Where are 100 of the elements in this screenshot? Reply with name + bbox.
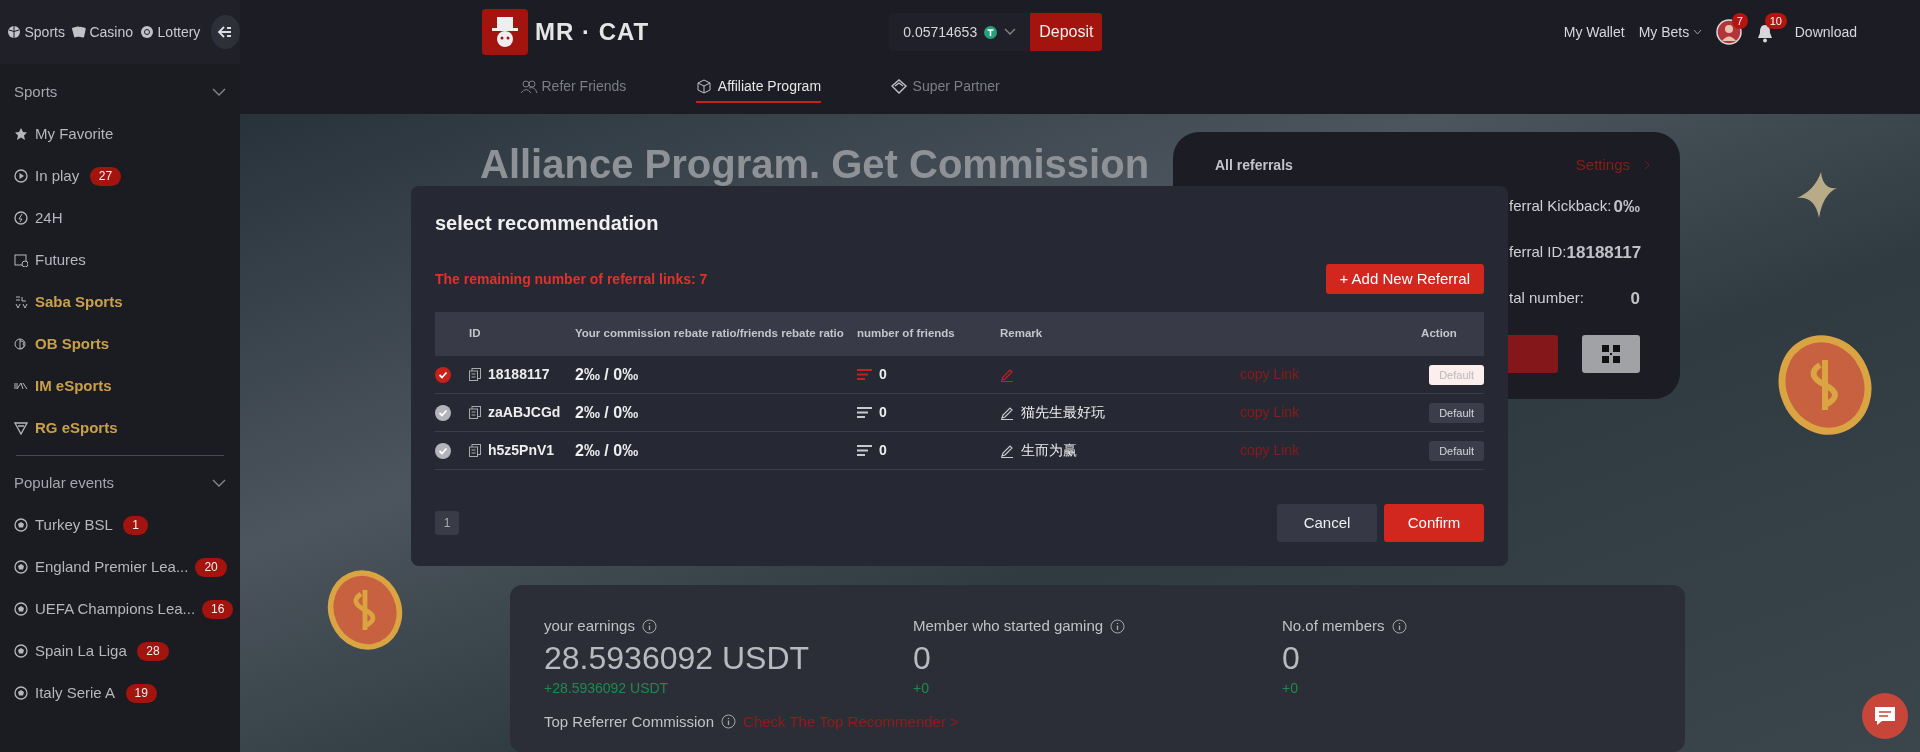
sidebar-item[interactable]: UEFA Champions Lea... 16 xyxy=(0,588,240,630)
calendar-icon xyxy=(14,253,28,267)
chevron-right-icon xyxy=(1644,160,1650,171)
checked-circle-icon[interactable] xyxy=(435,367,451,384)
stat-value: 28.5936092 USDT xyxy=(544,638,811,678)
qr-code-button[interactable] xyxy=(1582,335,1640,373)
count-badge: 20 xyxy=(195,557,227,577)
triangle-icon xyxy=(14,421,28,435)
collapse-sidebar-button[interactable] xyxy=(210,15,240,49)
section-header[interactable]: Sports xyxy=(14,80,58,104)
sidebar-item[interactable]: 24H xyxy=(0,197,240,239)
friends-count: 0 xyxy=(879,403,887,422)
info-icon[interactable] xyxy=(641,618,657,634)
qr-code-icon xyxy=(1602,345,1620,363)
notification-badge: 7 xyxy=(1731,13,1748,29)
friends-count: 0 xyxy=(879,365,887,384)
sidebar-item[interactable]: Spain La Liga 28 xyxy=(0,630,240,672)
sidebar-item[interactable]: RG eSports xyxy=(0,407,240,449)
ball-icon xyxy=(14,644,28,658)
star-icon xyxy=(14,127,28,141)
info-icon[interactable] xyxy=(1391,618,1407,634)
count-badge: 27 xyxy=(89,166,122,186)
card-title: All referrals xyxy=(1215,155,1293,175)
count-badge: 28 xyxy=(137,641,169,661)
sidebar-item[interactable]: IM eSports xyxy=(0,365,240,407)
remark-text: 猫先生最好玩 xyxy=(1021,403,1105,422)
stat-change: +0 xyxy=(1282,678,1299,698)
sidebar-item[interactable]: Turkey BSL 1 xyxy=(0,504,240,546)
page-title: Alliance Program. Get Commission xyxy=(480,142,1150,186)
people-icon xyxy=(520,78,538,94)
check-circle-icon[interactable] xyxy=(435,405,451,422)
add-referral-button[interactable]: + Add New Referral xyxy=(1325,264,1484,294)
sparkle-icon xyxy=(1797,172,1837,218)
tab[interactable]: Refer Friends xyxy=(520,75,627,103)
referral-id: zaABJCGd xyxy=(488,403,561,422)
copy-icon[interactable] xyxy=(469,368,481,381)
referral-id: h5z5PnV1 xyxy=(488,441,555,460)
section-header[interactable]: Popular events xyxy=(14,471,115,495)
lottery-ball-icon xyxy=(140,25,155,39)
field-value: 18188117 xyxy=(1566,241,1642,264)
bets-dropdown[interactable]: My Bets xyxy=(1638,21,1702,43)
chat-bubble-icon xyxy=(1874,706,1896,726)
rebate-ratio: 2‰ / 0‰ xyxy=(575,403,639,421)
nav-link[interactable]: Casino xyxy=(71,21,134,43)
field-value: 0 xyxy=(1630,287,1640,310)
stat-change: +0 xyxy=(913,678,930,698)
balance-display[interactable]: 0.05714653 xyxy=(889,13,1031,51)
sidebar-item[interactable]: Saba Sports xyxy=(0,281,240,323)
page-button[interactable]: 1 xyxy=(435,511,459,535)
default-button[interactable]: Default xyxy=(1429,402,1484,424)
column-header: Your commission rebate ratio/friends rebate ratio xyxy=(575,327,844,340)
copy-icon[interactable] xyxy=(469,406,481,419)
info-icon[interactable] xyxy=(1110,618,1126,634)
referral-id: 18188117 xyxy=(488,365,550,384)
column-header: Remark xyxy=(1000,327,1043,340)
stat-label: No.of members xyxy=(1282,616,1385,636)
chevron-down-icon[interactable] xyxy=(212,88,226,96)
deposit-button[interactable]: Deposit xyxy=(1030,13,1103,51)
cancel-button[interactable]: Cancel xyxy=(1277,504,1377,542)
lightning-icon xyxy=(14,211,28,225)
field-label: tal number: xyxy=(1509,288,1585,309)
arrow-left-icon xyxy=(217,25,234,39)
stat-label: your earnings xyxy=(544,616,635,636)
column-header: number of friends xyxy=(857,327,955,340)
default-button[interactable]: Default xyxy=(1429,440,1484,462)
chevron-down-icon[interactable] xyxy=(212,479,226,487)
confirm-button[interactable]: Confirm xyxy=(1384,504,1484,542)
column-header: Action xyxy=(1421,327,1457,340)
remaining-links-text: The remaining number of referral links: 7 xyxy=(435,269,708,289)
dialog-title: select recommendation xyxy=(435,211,660,236)
sidebar-item[interactable]: OB Sports xyxy=(0,323,240,365)
nav-link[interactable]: Lottery xyxy=(140,21,201,43)
copy-icon[interactable] xyxy=(469,444,481,457)
field-label: ferral ID: xyxy=(1509,242,1567,263)
chevron-down-icon xyxy=(1692,29,1702,35)
stat-change: +28.5936092 USDT xyxy=(544,678,670,698)
field-label: ferral Kickback: xyxy=(1509,196,1612,217)
sidebar-item[interactable]: My Favorite xyxy=(0,113,240,155)
ball-icon xyxy=(14,602,28,616)
ball-icon xyxy=(7,25,21,39)
tab[interactable]: Super Partner xyxy=(891,75,1000,103)
chevron-down-icon xyxy=(1004,28,1017,36)
info-icon[interactable] xyxy=(721,714,737,730)
tab[interactable]: Affiliate Program xyxy=(696,75,822,103)
stat-label: Member who started gaming xyxy=(913,616,1104,636)
wallet-link[interactable]: My Wallet xyxy=(1563,21,1625,43)
sidebar-item[interactable]: Futures xyxy=(0,239,240,281)
stat-value: 0 xyxy=(913,638,932,678)
check-circle-icon[interactable] xyxy=(435,443,451,460)
ball-icon xyxy=(14,518,28,532)
download-link[interactable]: Download xyxy=(1794,21,1857,43)
sidebar-item[interactable]: Italy Serie A 19 xyxy=(0,672,240,714)
rebate-ratio: 2‰ / 0‰ xyxy=(575,365,639,383)
sidebar-item[interactable]: England Premier Lea... 20 xyxy=(0,546,240,588)
swirl-icon xyxy=(14,337,28,351)
rebate-ratio: 2‰ / 0‰ xyxy=(575,441,639,459)
stat-label: Top Referrer Commission xyxy=(544,711,715,732)
nav-link[interactable]: Sports xyxy=(7,21,65,43)
friends-count: 0 xyxy=(879,441,887,460)
sidebar-item[interactable]: In play 27 xyxy=(0,155,240,197)
